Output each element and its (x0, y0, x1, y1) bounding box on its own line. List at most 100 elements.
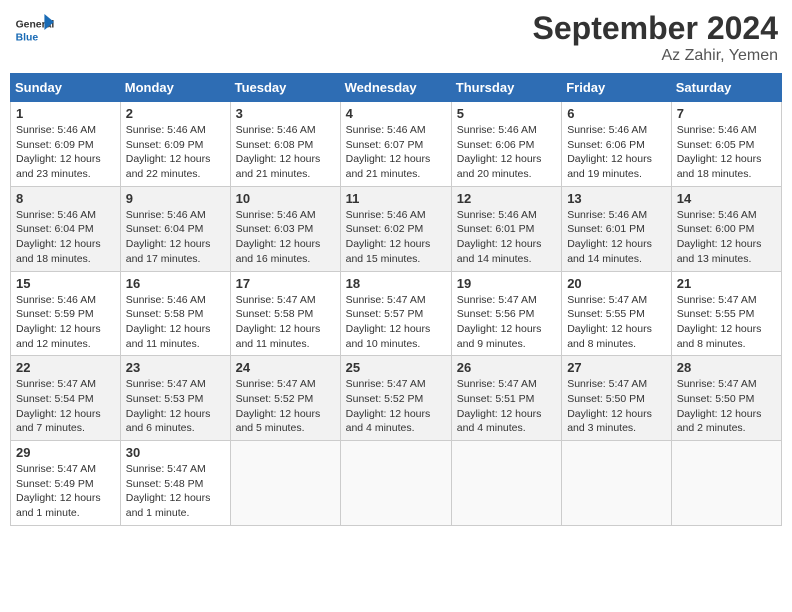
table-row: 23 Sunrise: 5:47 AM Sunset: 5:53 PM Dayl… (120, 356, 230, 441)
table-row: 5 Sunrise: 5:46 AM Sunset: 6:06 PM Dayli… (451, 102, 561, 187)
day-info: Sunrise: 5:47 AM Sunset: 5:54 PM Dayligh… (16, 377, 115, 436)
day-number: 18 (346, 276, 446, 291)
day-number: 19 (457, 276, 556, 291)
day-number: 29 (16, 445, 115, 460)
table-row: 4 Sunrise: 5:46 AM Sunset: 6:07 PM Dayli… (340, 102, 451, 187)
table-row (562, 441, 672, 526)
table-row: 19 Sunrise: 5:47 AM Sunset: 5:56 PM Dayl… (451, 271, 561, 356)
table-row: 17 Sunrise: 5:47 AM Sunset: 5:58 PM Dayl… (230, 271, 340, 356)
day-info: Sunrise: 5:46 AM Sunset: 6:04 PM Dayligh… (126, 208, 225, 267)
page-header: General Blue September 2024 Az Zahir, Ye… (10, 10, 782, 65)
day-info: Sunrise: 5:46 AM Sunset: 6:09 PM Dayligh… (126, 123, 225, 182)
day-info: Sunrise: 5:47 AM Sunset: 5:55 PM Dayligh… (567, 293, 666, 352)
day-info: Sunrise: 5:47 AM Sunset: 5:49 PM Dayligh… (16, 462, 115, 521)
day-info: Sunrise: 5:46 AM Sunset: 6:01 PM Dayligh… (457, 208, 556, 267)
day-number: 16 (126, 276, 225, 291)
day-number: 11 (346, 191, 446, 206)
day-info: Sunrise: 5:47 AM Sunset: 5:55 PM Dayligh… (677, 293, 776, 352)
day-info: Sunrise: 5:46 AM Sunset: 6:05 PM Dayligh… (677, 123, 776, 182)
day-info: Sunrise: 5:46 AM Sunset: 6:01 PM Dayligh… (567, 208, 666, 267)
location: Az Zahir, Yemen (533, 47, 778, 65)
table-row: 10 Sunrise: 5:46 AM Sunset: 6:03 PM Dayl… (230, 186, 340, 271)
day-number: 3 (236, 106, 335, 121)
day-number: 9 (126, 191, 225, 206)
day-info: Sunrise: 5:46 AM Sunset: 6:02 PM Dayligh… (346, 208, 446, 267)
day-number: 28 (677, 360, 776, 375)
table-row: 2 Sunrise: 5:46 AM Sunset: 6:09 PM Dayli… (120, 102, 230, 187)
day-info: Sunrise: 5:47 AM Sunset: 5:58 PM Dayligh… (236, 293, 335, 352)
table-row: 6 Sunrise: 5:46 AM Sunset: 6:06 PM Dayli… (562, 102, 672, 187)
table-row: 28 Sunrise: 5:47 AM Sunset: 5:50 PM Dayl… (671, 356, 781, 441)
day-number: 25 (346, 360, 446, 375)
svg-text:Blue: Blue (16, 32, 39, 43)
day-number: 12 (457, 191, 556, 206)
day-info: Sunrise: 5:46 AM Sunset: 6:06 PM Dayligh… (567, 123, 666, 182)
logo: General Blue (14, 10, 58, 50)
table-row: 14 Sunrise: 5:46 AM Sunset: 6:00 PM Dayl… (671, 186, 781, 271)
day-number: 17 (236, 276, 335, 291)
day-number: 24 (236, 360, 335, 375)
day-number: 26 (457, 360, 556, 375)
day-info: Sunrise: 5:46 AM Sunset: 6:04 PM Dayligh… (16, 208, 115, 267)
table-row (340, 441, 451, 526)
calendar-table: Sunday Monday Tuesday Wednesday Thursday… (10, 73, 782, 526)
day-info: Sunrise: 5:46 AM Sunset: 6:00 PM Dayligh… (677, 208, 776, 267)
day-info: Sunrise: 5:46 AM Sunset: 6:03 PM Dayligh… (236, 208, 335, 267)
logo-icon: General Blue (14, 10, 54, 50)
table-row: 18 Sunrise: 5:47 AM Sunset: 5:57 PM Dayl… (340, 271, 451, 356)
month-title: September 2024 (533, 10, 778, 47)
col-thursday: Thursday (451, 74, 561, 102)
day-number: 7 (677, 106, 776, 121)
day-info: Sunrise: 5:47 AM Sunset: 5:48 PM Dayligh… (126, 462, 225, 521)
day-number: 6 (567, 106, 666, 121)
day-info: Sunrise: 5:47 AM Sunset: 5:52 PM Dayligh… (236, 377, 335, 436)
table-row: 21 Sunrise: 5:47 AM Sunset: 5:55 PM Dayl… (671, 271, 781, 356)
table-row: 27 Sunrise: 5:47 AM Sunset: 5:50 PM Dayl… (562, 356, 672, 441)
day-number: 2 (126, 106, 225, 121)
day-info: Sunrise: 5:47 AM Sunset: 5:50 PM Dayligh… (567, 377, 666, 436)
table-row: 11 Sunrise: 5:46 AM Sunset: 6:02 PM Dayl… (340, 186, 451, 271)
col-sunday: Sunday (11, 74, 121, 102)
table-row: 9 Sunrise: 5:46 AM Sunset: 6:04 PM Dayli… (120, 186, 230, 271)
day-number: 10 (236, 191, 335, 206)
title-block: September 2024 Az Zahir, Yemen (533, 10, 778, 65)
table-row: 1 Sunrise: 5:46 AM Sunset: 6:09 PM Dayli… (11, 102, 121, 187)
day-info: Sunrise: 5:46 AM Sunset: 5:58 PM Dayligh… (126, 293, 225, 352)
col-saturday: Saturday (671, 74, 781, 102)
day-number: 20 (567, 276, 666, 291)
table-row: 30 Sunrise: 5:47 AM Sunset: 5:48 PM Dayl… (120, 441, 230, 526)
day-info: Sunrise: 5:46 AM Sunset: 6:06 PM Dayligh… (457, 123, 556, 182)
day-info: Sunrise: 5:46 AM Sunset: 5:59 PM Dayligh… (16, 293, 115, 352)
day-number: 8 (16, 191, 115, 206)
table-row: 24 Sunrise: 5:47 AM Sunset: 5:52 PM Dayl… (230, 356, 340, 441)
day-info: Sunrise: 5:47 AM Sunset: 5:56 PM Dayligh… (457, 293, 556, 352)
day-number: 4 (346, 106, 446, 121)
day-info: Sunrise: 5:47 AM Sunset: 5:50 PM Dayligh… (677, 377, 776, 436)
table-row: 22 Sunrise: 5:47 AM Sunset: 5:54 PM Dayl… (11, 356, 121, 441)
day-number: 15 (16, 276, 115, 291)
table-row: 25 Sunrise: 5:47 AM Sunset: 5:52 PM Dayl… (340, 356, 451, 441)
day-number: 30 (126, 445, 225, 460)
day-number: 23 (126, 360, 225, 375)
table-row: 3 Sunrise: 5:46 AM Sunset: 6:08 PM Dayli… (230, 102, 340, 187)
table-row (671, 441, 781, 526)
table-row: 20 Sunrise: 5:47 AM Sunset: 5:55 PM Dayl… (562, 271, 672, 356)
day-info: Sunrise: 5:47 AM Sunset: 5:57 PM Dayligh… (346, 293, 446, 352)
table-row: 7 Sunrise: 5:46 AM Sunset: 6:05 PM Dayli… (671, 102, 781, 187)
day-number: 27 (567, 360, 666, 375)
day-info: Sunrise: 5:47 AM Sunset: 5:52 PM Dayligh… (346, 377, 446, 436)
day-info: Sunrise: 5:47 AM Sunset: 5:51 PM Dayligh… (457, 377, 556, 436)
day-number: 13 (567, 191, 666, 206)
day-number: 1 (16, 106, 115, 121)
day-info: Sunrise: 5:46 AM Sunset: 6:07 PM Dayligh… (346, 123, 446, 182)
col-friday: Friday (562, 74, 672, 102)
table-row: 26 Sunrise: 5:47 AM Sunset: 5:51 PM Dayl… (451, 356, 561, 441)
table-row: 29 Sunrise: 5:47 AM Sunset: 5:49 PM Dayl… (11, 441, 121, 526)
table-row: 8 Sunrise: 5:46 AM Sunset: 6:04 PM Dayli… (11, 186, 121, 271)
day-number: 14 (677, 191, 776, 206)
day-number: 21 (677, 276, 776, 291)
table-row: 13 Sunrise: 5:46 AM Sunset: 6:01 PM Dayl… (562, 186, 672, 271)
day-info: Sunrise: 5:46 AM Sunset: 6:09 PM Dayligh… (16, 123, 115, 182)
col-tuesday: Tuesday (230, 74, 340, 102)
table-row (451, 441, 561, 526)
